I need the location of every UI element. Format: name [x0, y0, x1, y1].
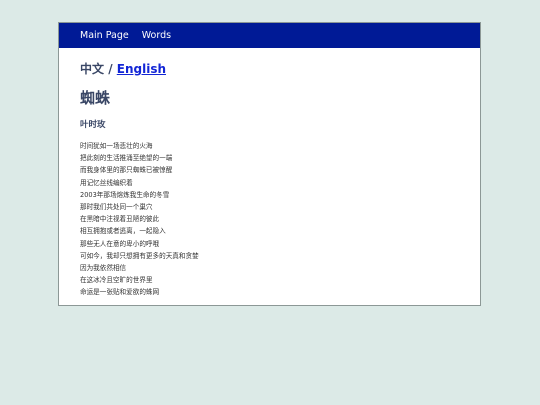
poem-line: 2003年那场熔炼我生命的冬雪 [80, 190, 170, 199]
nav-link-main-page[interactable]: Main Page [80, 30, 129, 41]
poem-line: 在黑暗中注视着丑陋的彼此 [80, 215, 160, 224]
content-card: Main Page Words 中文 / English 蜘蛛 叶时玫 时间犹如… [58, 22, 481, 306]
poem-line: 相互拥抱或者逃离，一起隐入 [80, 227, 166, 236]
poem-line: 而我身体里的那只蜘蛛已被惊醒 [80, 166, 173, 175]
poem-title: 蜘蛛 [80, 89, 111, 107]
top-navbar: Main Page Words [59, 23, 480, 48]
poem-line: 因为我依然相信 [80, 264, 127, 273]
poem-line: 时间犹如一场悲壮的火海 [80, 142, 153, 150]
poem-line: 用记忆丝线编织着 [80, 178, 133, 187]
poem-author: 叶时玫 [80, 120, 106, 130]
poem-line: 那时我们共处同一个巢穴 [80, 203, 153, 212]
poem-line: 把此刻的生活推涌至绝望的一端 [80, 154, 173, 163]
language-separator: / [104, 62, 117, 76]
current-language-label: 中文 [80, 62, 105, 76]
poem-line: 那些无人在意的卑小的呼哦 [80, 239, 160, 248]
english-language-link[interactable]: English [117, 62, 166, 76]
nav-link-words[interactable]: Words [142, 30, 171, 41]
poem-body: 时间犹如一场悲壮的火海 把此刻的生活推涌至绝望的一端 而我身体里的那只蜘蛛已被惊… [80, 140, 480, 299]
main-content: 中文 / English 蜘蛛 叶时玫 时间犹如一场悲壮的火海 把此刻的生活推涌… [59, 48, 480, 299]
poem-line: 命运是一张贴和爱欲的蛛网 [80, 288, 160, 297]
language-switcher: 中文 / English [80, 60, 480, 77]
poem-line: 在这冰冷且空旷的世界里 [80, 276, 153, 285]
poem-line: 可如今，我却只想拥有更多的天真和贪婪 [80, 251, 199, 260]
